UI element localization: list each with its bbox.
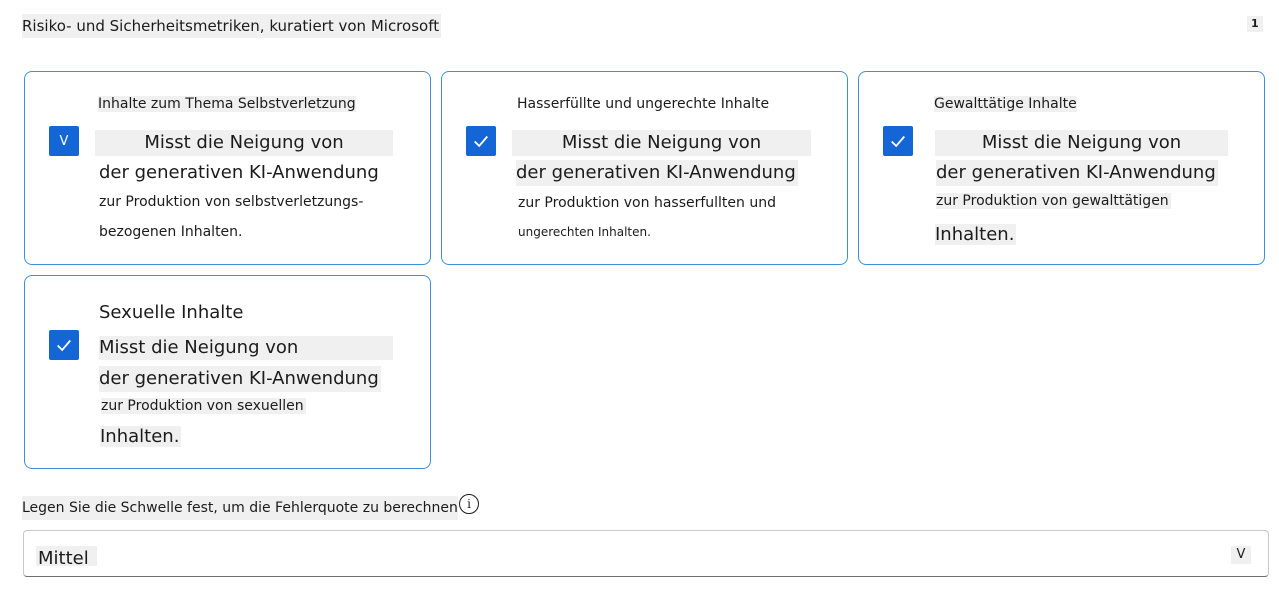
metric-card-violence[interactable]: Gewalttätige Inhalte Misst die Neigung v… (858, 71, 1265, 265)
checkmark-icon (891, 135, 905, 148)
metric-card-self-harm[interactable]: V Inhalte zum Thema Selbstverletzung Mis… (24, 71, 431, 265)
checkbox-violence[interactable] (883, 126, 913, 156)
info-icon[interactable]: i (459, 494, 479, 514)
metric-description-line: zur Produktion von gewalttätigen (936, 193, 1171, 209)
metric-description-line: der generativen KI-Anwendung (99, 162, 379, 183)
checkmark-icon: V (59, 133, 69, 149)
metric-title: Hasserfüllte und ungerechte Inhalte (517, 96, 770, 112)
metric-title: Inhalte zum Thema Selbstverletzung (98, 96, 356, 112)
checkbox-sexual[interactable] (49, 330, 79, 360)
metric-description-line: Misst die Neigung von (95, 130, 393, 156)
metric-description-line: der generativen KI-Anwendung (516, 160, 798, 186)
chevron-down-icon: V (1231, 546, 1251, 564)
metric-description-line: zur Produktion von sexuellen (101, 398, 306, 414)
checkmark-icon (474, 135, 488, 148)
section-title: Risiko- und Sicherheitsmetriken, kuratie… (22, 14, 442, 38)
metric-card-sexual[interactable]: Sexuelle Inhalte Misst die Neigung von d… (24, 275, 431, 469)
checkmark-icon (57, 339, 71, 352)
metric-description-line: ungerechten Inhalten. (518, 225, 651, 239)
metric-description-line: Misst die Neigung von (99, 336, 393, 360)
metric-description-line: zur Produktion von selbstverletzungs- (99, 194, 364, 210)
metric-description-line: zur Produktion von hasserfullten und (518, 195, 776, 211)
metric-description-line: bezogenen Inhalten. (99, 224, 243, 240)
checkbox-hate-unfairness[interactable] (466, 126, 496, 156)
metric-description-line: Misst die Neigung von (512, 130, 811, 156)
metric-title: Gewalttätige Inhalte (934, 96, 1077, 112)
metric-card-hate-unfairness[interactable]: Hasserfüllte und ungerechte Inhalte Miss… (441, 71, 848, 265)
metric-description-line: Inhalten. (935, 224, 1017, 245)
checkbox-self-harm[interactable]: V (49, 126, 79, 156)
threshold-dropdown[interactable]: Mittel V (23, 530, 1269, 577)
selected-count-badge: 1 (1247, 16, 1263, 32)
threshold-label: Legen Sie die Schwelle fest, um die Fehl… (22, 496, 458, 520)
threshold-selected-value: Mittel (36, 546, 97, 569)
metric-title: Sexuelle Inhalte (99, 302, 244, 323)
metric-description-line: Inhalten. (100, 426, 182, 447)
metric-description-line: Misst die Neigung von (935, 130, 1228, 156)
metric-description-line: der generativen KI-Anwendung (99, 366, 381, 392)
metric-description-line: der generativen KI-Anwendung (936, 160, 1218, 186)
